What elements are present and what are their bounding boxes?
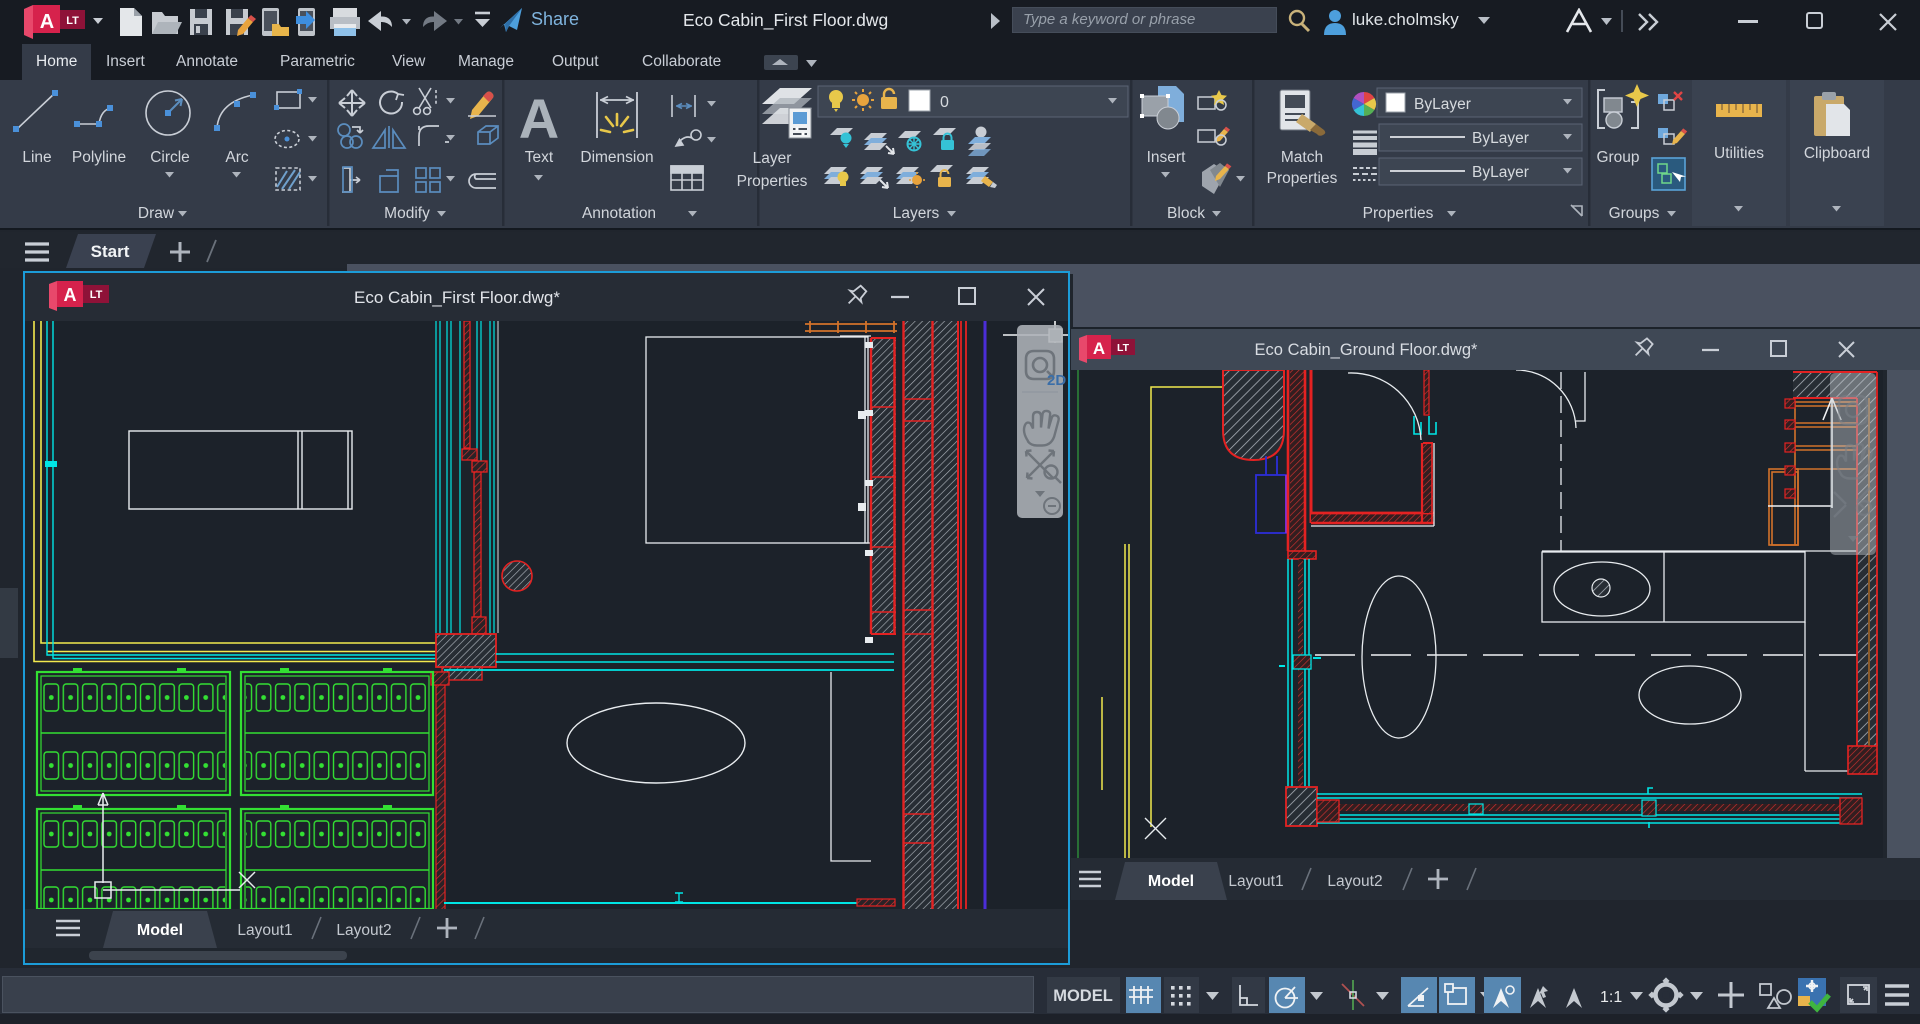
svg-text:Groups: Groups — [1609, 205, 1660, 222]
svg-text:Modify: Modify — [384, 205, 430, 222]
svg-text:Dimension: Dimension — [580, 149, 653, 166]
svg-text:2D: 2D — [1047, 372, 1066, 389]
svg-text:Eco Cabin_First Floor.dwg*: Eco Cabin_First Floor.dwg* — [354, 288, 560, 307]
svg-text:Eco Cabin_Ground Floor.dwg*: Eco Cabin_Ground Floor.dwg* — [1255, 341, 1478, 359]
svg-text:LT: LT — [1117, 342, 1130, 354]
svg-text:ByLayer: ByLayer — [1472, 130, 1529, 147]
svg-text:Group: Group — [1596, 149, 1639, 166]
svg-text:Properties: Properties — [1267, 170, 1338, 187]
svg-text:Layout2: Layout2 — [1327, 873, 1382, 890]
svg-text:Properties: Properties — [737, 173, 808, 190]
svg-text:Text: Text — [525, 149, 554, 166]
svg-text:Line: Line — [22, 149, 51, 166]
svg-text:LT: LT — [90, 289, 103, 301]
svg-text:Match: Match — [1281, 149, 1323, 166]
svg-text:Clipboard: Clipboard — [1804, 145, 1870, 162]
svg-text:Arc: Arc — [225, 149, 249, 166]
svg-text:A: A — [1093, 339, 1105, 358]
svg-text:Layers: Layers — [893, 205, 940, 222]
svg-text:ByLayer: ByLayer — [1472, 164, 1529, 181]
svg-text:Model: Model — [1148, 873, 1194, 890]
svg-text:A: A — [64, 285, 77, 305]
svg-text:Insert: Insert — [1147, 149, 1186, 166]
svg-text:MODEL: MODEL — [1053, 987, 1113, 1005]
svg-text:Block: Block — [1167, 205, 1205, 222]
svg-text:Polyline: Polyline — [72, 149, 126, 166]
svg-text:LT: LT — [66, 15, 79, 27]
svg-text:Layer: Layer — [753, 150, 792, 167]
svg-text:A: A — [40, 11, 54, 33]
svg-text:Utilities: Utilities — [1714, 145, 1764, 162]
svg-text:Properties: Properties — [1363, 205, 1434, 222]
svg-text:Circle: Circle — [150, 149, 190, 166]
svg-text:Layout1: Layout1 — [1228, 873, 1283, 890]
svg-text:A: A — [519, 87, 559, 150]
svg-text:Layout1: Layout1 — [237, 922, 292, 939]
svg-text:1:1: 1:1 — [1600, 989, 1622, 1006]
svg-text:Layout2: Layout2 — [336, 922, 391, 939]
svg-text:Draw: Draw — [138, 205, 175, 222]
svg-text:Model: Model — [137, 922, 183, 939]
svg-text:ByLayer: ByLayer — [1414, 96, 1471, 113]
svg-text:Annotation: Annotation — [582, 205, 656, 222]
svg-text:0: 0 — [940, 94, 949, 111]
svg-text:Start: Start — [91, 242, 130, 261]
